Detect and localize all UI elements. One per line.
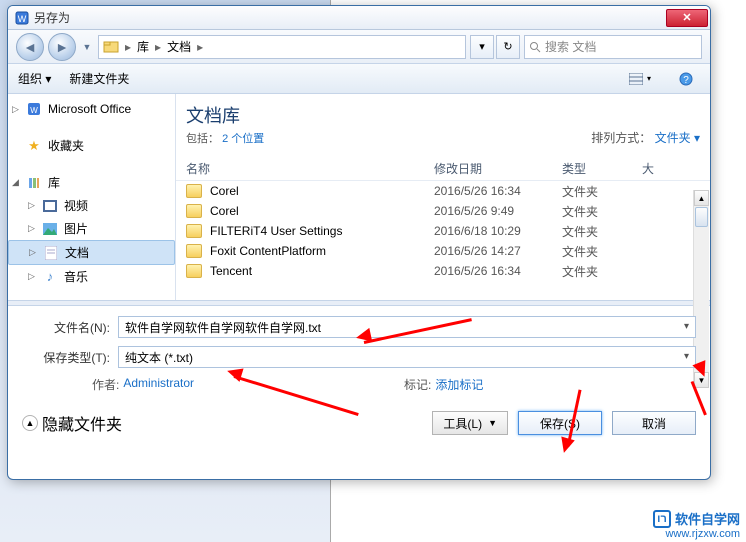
- history-dropdown[interactable]: ▼: [80, 34, 94, 60]
- refresh-button[interactable]: ↻: [496, 35, 520, 59]
- row-type: 文件夹: [562, 263, 642, 280]
- library-icon: [26, 175, 42, 191]
- svg-text:?: ?: [683, 75, 689, 86]
- svg-text:W: W: [18, 14, 27, 24]
- search-placeholder: 搜索 文档: [545, 38, 596, 55]
- sidebar-item-favorites[interactable]: ★收藏夹: [8, 134, 175, 157]
- arrange-by: 排列方式： 文件夹 ▾: [591, 129, 700, 146]
- scroll-up[interactable]: ▲: [694, 190, 709, 206]
- titlebar: W 另存为 ✕: [8, 6, 710, 30]
- filetype-combo[interactable]: 纯文本 (*.txt): [118, 346, 696, 368]
- scroll-down[interactable]: ▼: [694, 372, 709, 388]
- watermark: רו软件自学网 www.rjzxw.com: [653, 509, 740, 540]
- chevron-down-icon: ▼: [488, 418, 497, 428]
- new-folder-button[interactable]: 新建文件夹: [69, 70, 129, 87]
- table-row[interactable]: Corel 2016/5/26 16:34文件夹: [176, 181, 710, 201]
- row-date: 2016/5/26 16:34: [434, 264, 562, 278]
- star-icon: ★: [26, 138, 42, 154]
- sidebar-item-library[interactable]: ◢库: [8, 171, 175, 194]
- column-header[interactable]: 名称 修改日期 类型 大: [176, 156, 710, 181]
- docs-icon: [43, 245, 59, 261]
- row-date: 2016/5/26 14:27: [434, 244, 562, 258]
- row-name: Foxit ContentPlatform: [210, 244, 326, 258]
- folder-icon: [186, 224, 202, 238]
- search-icon: [529, 41, 541, 53]
- row-name: Tencent: [210, 264, 252, 278]
- filename-input[interactable]: 软件自学网软件自学网软件自学网.txt: [118, 316, 696, 338]
- close-button[interactable]: ✕: [666, 9, 708, 27]
- sidebar-item-music[interactable]: ▷♪音乐: [8, 265, 175, 288]
- table-row[interactable]: Tencent 2016/5/26 16:34文件夹: [176, 261, 710, 281]
- table-row[interactable]: Corel 2016/5/26 9:49文件夹: [176, 201, 710, 221]
- folder-icon: [186, 204, 202, 218]
- nav-row: ◄ ► ▼ ▸ 库 ▸ 文档 ▸ ▾ ↻ 搜索 文档: [8, 30, 710, 64]
- tags-value[interactable]: 添加标记: [435, 376, 483, 393]
- col-date[interactable]: 修改日期: [434, 160, 562, 177]
- row-type: 文件夹: [562, 243, 642, 260]
- address-bar[interactable]: ▸ 库 ▸ 文档 ▸: [98, 35, 466, 59]
- pictures-icon: [42, 221, 58, 237]
- cancel-button[interactable]: 取消: [612, 411, 696, 435]
- breadcrumb-library[interactable]: 库: [137, 38, 149, 55]
- author-label: 作者:: [92, 376, 119, 393]
- organize-button[interactable]: 组织 ▾: [18, 70, 51, 87]
- word-icon: W: [26, 101, 42, 117]
- sidebar-item-video[interactable]: ▷视频: [8, 194, 175, 217]
- tools-button[interactable]: 工具(L)▼: [432, 411, 508, 435]
- svg-text:W: W: [30, 106, 38, 115]
- row-type: 文件夹: [562, 203, 642, 220]
- arrange-dropdown[interactable]: 文件夹 ▾: [655, 131, 700, 145]
- watermark-icon: רו: [653, 510, 671, 528]
- video-icon: [42, 198, 58, 214]
- author-value[interactable]: Administrator: [123, 376, 194, 393]
- filename-label: 文件名(N):: [22, 319, 118, 336]
- file-list-area: 文档库 包括： 2 个位置 排列方式： 文件夹 ▾ 名称 修改日期 类型 大 C…: [176, 94, 710, 300]
- col-size[interactable]: 大: [642, 160, 700, 177]
- row-type: 文件夹: [562, 223, 642, 240]
- help-button[interactable]: ?: [672, 68, 700, 90]
- library-subtitle: 包括： 2 个位置: [186, 130, 591, 146]
- app-icon: W: [14, 10, 30, 26]
- filetype-label: 保存类型(T):: [22, 349, 118, 366]
- footer: ▲ 隐藏文件夹 工具(L)▼ 保存(S) 取消: [8, 401, 710, 445]
- folder-icon: [186, 244, 202, 258]
- col-name[interactable]: 名称: [186, 160, 434, 177]
- save-as-dialog: W 另存为 ✕ ◄ ► ▼ ▸ 库 ▸ 文档 ▸ ▾ ↻ 搜索 文档 组织 ▾ …: [7, 5, 711, 480]
- row-date: 2016/5/26 9:49: [434, 204, 562, 218]
- sidebar: ▷WMicrosoft Office ★收藏夹 ◢库 ▷视频 ▷图片 ▷文档 ▷…: [8, 94, 176, 300]
- row-type: 文件夹: [562, 183, 642, 200]
- sidebar-item-docs[interactable]: ▷文档: [8, 240, 175, 265]
- scroll-thumb[interactable]: [695, 207, 708, 227]
- forward-button[interactable]: ►: [48, 33, 76, 61]
- row-date: 2016/5/26 16:34: [434, 184, 562, 198]
- breadcrumb-docs[interactable]: 文档: [167, 38, 191, 55]
- form-area: 文件名(N): 软件自学网软件自学网软件自学网.txt 保存类型(T): 纯文本…: [8, 306, 710, 401]
- row-date: 2016/6/18 10:29: [434, 224, 562, 238]
- breadcrumb-sep: ▸: [123, 40, 133, 54]
- folder-icon: [103, 39, 119, 55]
- table-row[interactable]: Foxit ContentPlatform 2016/5/26 14:27文件夹: [176, 241, 710, 261]
- row-name: Corel: [210, 184, 239, 198]
- sidebar-item-office[interactable]: ▷WMicrosoft Office: [8, 98, 175, 120]
- row-name: FILTERiT4 User Settings: [210, 224, 342, 238]
- folder-icon: [186, 264, 202, 278]
- table-row[interactable]: FILTERiT4 User Settings 2016/6/18 10:29文件…: [176, 221, 710, 241]
- search-input[interactable]: 搜索 文档: [524, 35, 702, 59]
- tags-label: 标记:: [404, 376, 431, 393]
- folder-icon: [186, 184, 202, 198]
- sidebar-item-pictures[interactable]: ▷图片: [8, 217, 175, 240]
- back-button[interactable]: ◄: [16, 33, 44, 61]
- col-type[interactable]: 类型: [562, 160, 642, 177]
- dialog-title: 另存为: [34, 9, 666, 26]
- view-button[interactable]: [626, 68, 654, 90]
- library-title: 文档库: [186, 102, 591, 128]
- hide-folders-button[interactable]: ▲ 隐藏文件夹: [22, 411, 122, 435]
- row-name: Corel: [210, 204, 239, 218]
- toolbar: 组织 ▾ 新建文件夹 ?: [8, 64, 710, 94]
- locations-link[interactable]: 2 个位置: [222, 133, 264, 145]
- chevron-up-icon: ▲: [22, 415, 38, 431]
- save-button[interactable]: 保存(S): [518, 411, 602, 435]
- address-dropdown[interactable]: ▾: [470, 35, 494, 59]
- music-icon: ♪: [42, 269, 58, 285]
